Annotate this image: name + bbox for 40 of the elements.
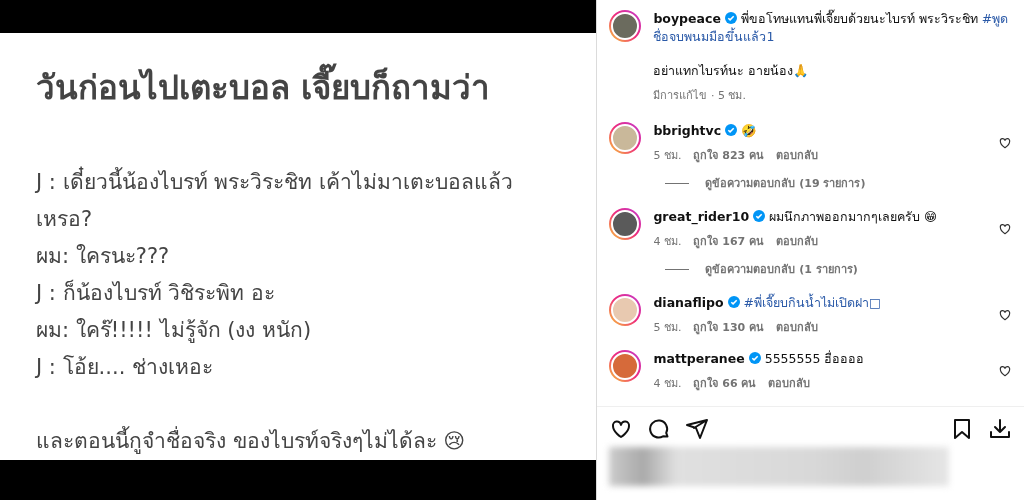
- image-text-line: J : เดี๋ยวนี้น้องไบรท์ พระวิระชิท เค้าไม่มาเตะบอลแล้ว: [36, 164, 561, 202]
- caption-text: อย่าแทกไบรท์นะ อายน้อง🙏: [653, 62, 811, 80]
- avatar[interactable]: [609, 10, 642, 42]
- avatar[interactable]: [609, 350, 642, 382]
- image-text-line: ผม: ใครนะ???: [36, 243, 171, 271]
- avatar[interactable]: [609, 208, 642, 240]
- heart-icon[interactable]: [998, 364, 1012, 378]
- download-icon[interactable]: [988, 417, 1012, 441]
- comment-text: bbrightvc 🤣: [653, 122, 759, 140]
- image-title: วันก่อนไปเตะบอล เจี๊ยบก็ถามว่า: [36, 47, 561, 128]
- avatar[interactable]: [609, 122, 642, 154]
- heart-icon[interactable]: [998, 222, 1012, 236]
- likes-count[interactable]: ถูกใจ 66 คน: [693, 374, 757, 392]
- reply-link[interactable]: ตอบกลับ: [776, 318, 819, 336]
- image-text-line: เหรอ?: [36, 206, 94, 234]
- likes-count[interactable]: ถูกใจ 130 คน: [693, 318, 765, 336]
- reply-link[interactable]: ตอบกลับ: [768, 374, 811, 392]
- comment-text: great_rider10 ผมนึกภาพออกมากๆเลยครับ 😁: [653, 208, 939, 226]
- comment-time: 4 ชม.: [653, 376, 682, 392]
- comment-time: 5 ชม.: [653, 320, 682, 336]
- reply-link[interactable]: ตอบกลับ: [776, 146, 819, 164]
- comment-time: 5 ชม.: [653, 148, 682, 164]
- likes-count[interactable]: ถูกใจ 167 คน: [693, 232, 765, 250]
- heart-icon[interactable]: [998, 136, 1012, 150]
- comment-text: mattperanee 5555555 ฮื่ออออ: [653, 350, 866, 368]
- image-text-line: และตอนนี้กูจำชื่อจริง ของไบรท์จริงๆไม่ได้ละ 😢: [36, 423, 561, 461]
- image-text-line: J : ก็น้องไบรท์ วิชิระพิท อะ: [36, 278, 276, 308]
- comment-time: 4 ชม.: [653, 234, 682, 250]
- heart-icon[interactable]: [998, 308, 1012, 322]
- view-replies-link[interactable]: ดูข้อความตอบกลับ (1 รายการ): [705, 260, 858, 278]
- reply-link[interactable]: ตอบกลับ: [776, 232, 819, 250]
- edited-time: มีการแก้ไข · 5 ชม.: [653, 88, 746, 104]
- caption-text: boypeace พี่ขอโทษแทนพี่เจี๊ยบด้วยนะไบรท์ พระวิระชิท #พูดชื่อจบพนมมือขึ้นแล้ว1: [653, 10, 1010, 46]
- avatar[interactable]: [609, 294, 642, 326]
- view-replies-link[interactable]: ดูข้อความตอบกลับ (19 รายการ): [705, 174, 866, 192]
- image-text-line: ผม: ใคร๊!!!!! ไม่รู้จัก (งง หนัก): [36, 317, 313, 345]
- image-text-line: J : โอ้ย.... ช่างเหอะ: [36, 354, 214, 382]
- send-icon[interactable]: [685, 417, 710, 441]
- comment-text: dianaflipo #พี่เจี๊ยบกินน้ำไม่เปิดฝา□: [653, 294, 882, 312]
- likes-count[interactable]: ถูกใจ 823 คน: [693, 146, 765, 164]
